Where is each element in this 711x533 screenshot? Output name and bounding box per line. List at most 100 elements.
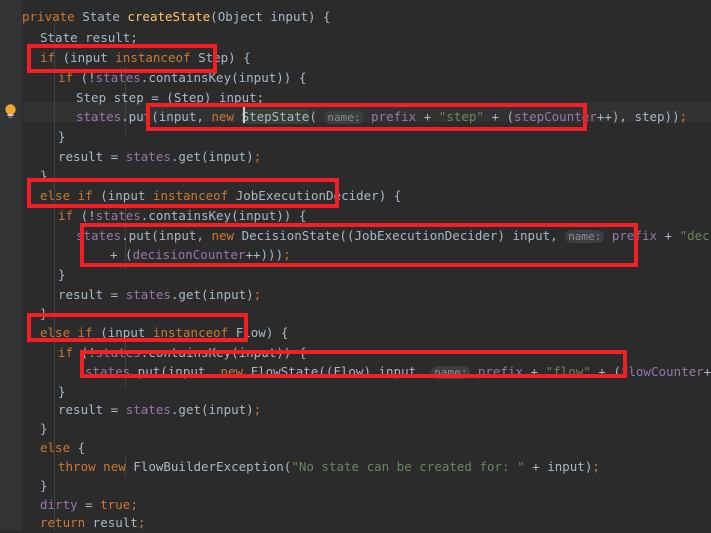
code-token: name: [431,366,471,379]
code-token: } [40,421,48,436]
code-token: ( [309,109,325,124]
code-line[interactable]: result = states.get(input); [0,285,261,305]
code-line[interactable]: throw new FlowBuilderException("No state… [0,457,600,477]
code-token: prefix [371,109,417,124]
code-line[interactable]: } [0,304,48,324]
code-token: JobExecutionDecider) { [228,188,402,203]
code-line[interactable]: } [0,419,48,439]
code-token: else [40,188,71,203]
code-line[interactable]: } [0,476,48,496]
code-token: } [58,384,66,399]
code-line[interactable]: states.put(input, new DecisionState((Job… [0,226,711,246]
code-token: states [125,402,171,417]
code-line[interactable]: result = states.get(input); [0,400,261,420]
code-token: throw [58,459,96,474]
code-token: + ( [110,247,133,262]
code-token: .put(input, [130,364,221,379]
code-line[interactable]: if (!states.containsKey(input)) { [0,343,306,363]
code-token: + ( [483,109,515,124]
code-token: FlowBuilderException( [125,459,292,474]
code-line[interactable]: states.put(input, new StepState( name: p… [0,107,687,127]
code-token: .containsKey(input)) { [140,70,307,85]
code-token: } [58,129,66,144]
code-lines[interactable]: private State createState(Object input) … [0,0,711,530]
code-line[interactable]: else { [0,438,85,458]
code-token: + ( [590,364,621,379]
code-line[interactable]: else if (input instanceof JobExecutionDe… [0,186,401,206]
code-token: } [40,168,48,183]
code-line[interactable]: else if (input instanceof Flow) { [0,323,288,343]
code-token: "step" [438,109,484,124]
code-token: new [211,228,235,243]
code-line[interactable]: } [0,265,66,285]
code-token: ; [253,287,262,302]
code-token: .put(input, [121,228,212,243]
code-token: ; [283,247,291,262]
code-token: .get(input) [170,287,254,302]
code-line[interactable]: dirty = true; [0,495,138,515]
code-token: (Object input) { [210,9,331,24]
code-line[interactable]: if (input instanceof Step) { [0,48,251,68]
code-token: ; [679,109,688,124]
code-token: + input) [524,459,593,474]
code-token: if [58,208,74,223]
code-token: states [85,364,131,379]
code-token: states [76,109,122,124]
code-line[interactable]: result = states.get(input); [0,147,261,167]
code-token: (! [73,208,96,223]
code-token: .put(input, [121,109,212,124]
code-line[interactable]: } [0,382,66,402]
code-line[interactable]: return result; [0,513,145,533]
code-token: result [85,515,138,530]
code-token: .get(input) [170,402,254,417]
code-token: ++), step)) [596,109,680,124]
code-token: (! [73,70,96,85]
code-line[interactable]: if (!states.containsKey(input)) { [0,68,306,88]
code-token: true [100,497,131,512]
code-token: (input [55,50,116,65]
code-token: dirty [40,497,78,512]
code-token: .containsKey(input)) { [140,208,307,223]
code-token: (input [92,188,153,203]
code-line[interactable]: states.put(input, new FlowState((Flow) i… [0,362,711,382]
code-token: ; [253,149,262,164]
code-token: + [523,364,546,379]
code-line[interactable]: if (!states.containsKey(input)) { [0,206,306,226]
code-token: else [40,325,71,340]
code-token: Step) { [190,50,251,65]
code-line[interactable]: private State createState(Object input) … [0,7,331,27]
code-token: .containsKey(input)) { [140,345,307,360]
code-token: Flow) { [228,325,289,340]
code-token: FlowState((Flow) input, [243,364,432,379]
code-token: = [77,497,101,512]
code-token: name: [565,230,605,243]
code-token: private [22,9,83,24]
code-line[interactable]: State result; [0,28,138,48]
code-line[interactable]: } [0,166,48,186]
code-token: ; [592,459,600,474]
code-token: states [95,70,141,85]
code-token: if [40,50,56,65]
code-token: ; [130,497,138,512]
code-token: decisionCounter [132,247,246,262]
code-token: new [211,109,235,124]
code-token: + [657,228,680,243]
code-token: } [58,267,66,282]
code-token: instanceof [152,188,229,203]
code-token: .get(input) [170,149,254,164]
code-line[interactable]: Step step = (Step) input; [0,88,264,108]
code-token: result = [58,149,126,164]
code-token: stepCounter [514,109,597,124]
code-line[interactable]: } [0,127,66,147]
code-token: flowCounter [620,364,704,379]
code-line[interactable]: + (decisionCounter++))); [0,245,291,265]
code-token: } [40,306,48,321]
code-token: (input [92,325,153,340]
code-token: states [125,149,171,164]
code-token: State result; [40,30,138,45]
code-editor[interactable]: private State createState(Object input) … [0,0,711,530]
